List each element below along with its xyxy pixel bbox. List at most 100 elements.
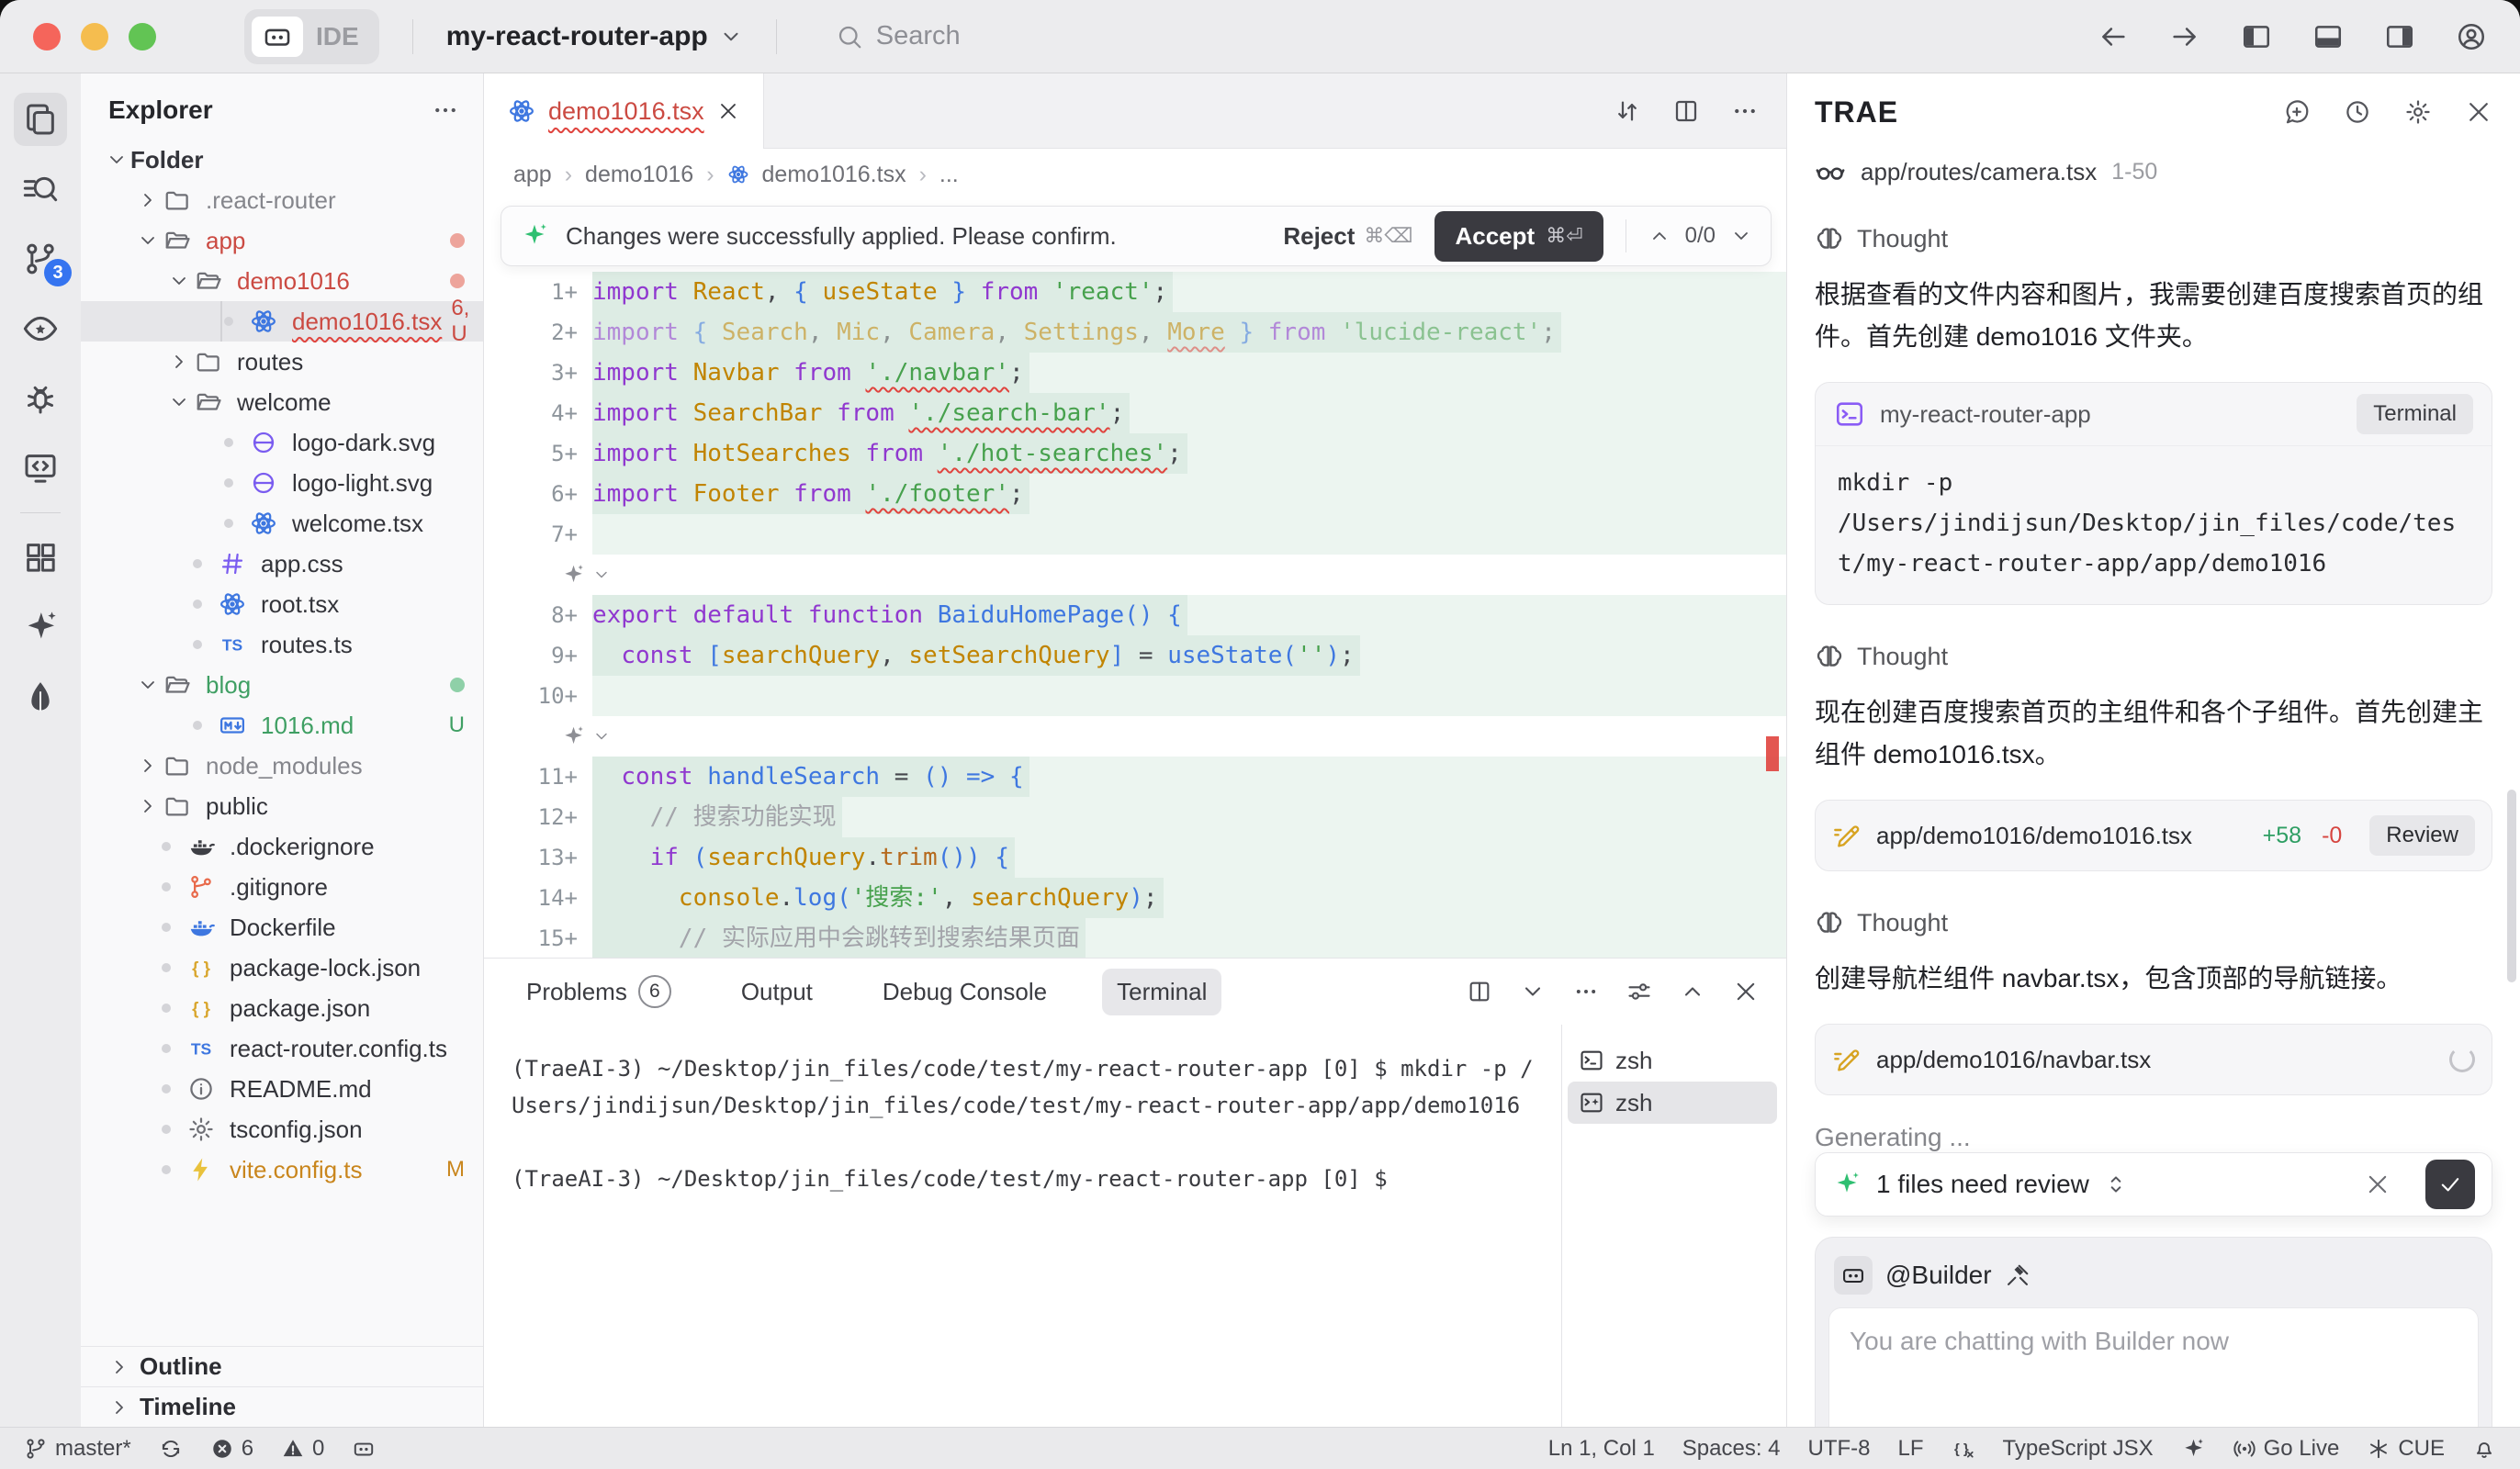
tree-item-routes.ts[interactable]: TSroutes.ts <box>81 624 483 665</box>
terminal-session-zsh[interactable]: zsh <box>1568 1082 1777 1124</box>
close-window-button[interactable] <box>33 23 61 50</box>
breadcrumb-demo1016[interactable]: demo1016 <box>585 162 693 188</box>
activity-item-debug[interactable] <box>13 364 68 433</box>
tree-item-.react-router[interactable]: .react-router <box>81 180 483 220</box>
activity-item-extensions[interactable] <box>13 522 68 592</box>
tree-item-Dockerfile[interactable]: Dockerfile <box>81 907 483 948</box>
reject-button[interactable]: Reject ⌘⌫ <box>1283 222 1412 251</box>
tree-item-demo1016.tsx[interactable]: demo1016.tsx6, U <box>81 301 483 342</box>
chat-history-button[interactable] <box>2344 98 2371 126</box>
activity-item-remote[interactable] <box>13 433 68 503</box>
builder-mention[interactable]: @Builder <box>1885 1261 1992 1290</box>
code-line-15[interactable]: 15+ // 实际应用中会跳转到搜索结果页面 <box>484 918 1786 958</box>
language-errors[interactable]: { } <box>1952 1437 1975 1461</box>
accept-button[interactable]: Accept ⌘⏎ <box>1434 211 1603 262</box>
code-line-13[interactable]: 13+ if (searchQuery.trim()) { <box>484 837 1786 878</box>
split-terminal-button[interactable] <box>1467 979 1492 1004</box>
panel-tab-problems[interactable]: Problems6 <box>512 966 686 1017</box>
tree-item-welcome.tsx[interactable]: welcome.tsx <box>81 503 483 544</box>
panel-settings-button[interactable] <box>1626 979 1652 1004</box>
scrollbar[interactable] <box>2507 790 2516 982</box>
code-line-6[interactable]: 6+import Footer from './footer'; <box>484 474 1786 514</box>
inline-ai-widget[interactable] <box>484 716 1786 757</box>
file-change-card[interactable]: app/demo1016/demo1016.tsx +58 -0 Review <box>1815 800 2492 871</box>
terminal-session-zsh[interactable]: zsh <box>1568 1039 1777 1082</box>
tree-item-logo-light.svg[interactable]: logo-light.svg <box>81 463 483 503</box>
editor-more-button[interactable] <box>1731 97 1759 125</box>
terminal-output[interactable]: (TraeAI-3) ~/Desktop/jin_files/code/test… <box>484 1025 1561 1427</box>
tree-item-demo1016[interactable]: demo1016 <box>81 261 483 301</box>
tree-item-welcome[interactable]: welcome <box>81 382 483 422</box>
panel-tab-debug-console[interactable]: Debug Console <box>868 969 1062 1015</box>
close-tab-icon[interactable] <box>717 100 739 122</box>
code-line-11[interactable]: 11+ const handleSearch = () => { <box>484 757 1786 797</box>
panel-tab-output[interactable]: Output <box>726 969 827 1015</box>
code-line-9[interactable]: 9+ const [searchQuery, setSearchQuery] =… <box>484 635 1786 676</box>
toggle-bottom-panel-button[interactable] <box>2312 21 2344 52</box>
go-live[interactable]: Go Live <box>2233 1436 2340 1462</box>
chat-input[interactable]: You are chatting with Builder now @ # Au… <box>1828 1307 2479 1427</box>
accept-all-button[interactable] <box>2425 1160 2475 1209</box>
tree-item-package-lock.json[interactable]: { }package-lock.json <box>81 948 483 988</box>
tree-item-README.md[interactable]: README.md <box>81 1069 483 1109</box>
tree-item-logo-dark.svg[interactable]: logo-dark.svg <box>81 422 483 463</box>
code-line-12[interactable]: 12+ // 搜索功能实现 <box>484 797 1786 837</box>
open-changes-button[interactable] <box>1614 97 1641 125</box>
git-branch[interactable]: master* <box>24 1436 131 1462</box>
inline-ai-widget[interactable] <box>484 555 1786 595</box>
panel-tab-terminal[interactable]: Terminal <box>1102 969 1221 1015</box>
eol[interactable]: LF <box>1898 1436 1924 1462</box>
tree-item-root.tsx[interactable]: root.tsx <box>81 584 483 624</box>
toggle-right-panel-button[interactable] <box>2384 21 2415 52</box>
problems-errors[interactable]: 6 <box>210 1436 253 1462</box>
close-chat-panel-button[interactable] <box>2465 98 2492 126</box>
indentation[interactable]: Spaces: 4 <box>1682 1436 1781 1462</box>
trae-ai[interactable] <box>2181 1437 2205 1461</box>
breadcrumb-app[interactable]: app <box>513 162 552 188</box>
cursor-position[interactable]: Ln 1, Col 1 <box>1548 1436 1655 1462</box>
tree-item-react-router.config.ts[interactable]: TSreact-router.config.ts <box>81 1028 483 1069</box>
prev-change-icon[interactable] <box>1648 225 1671 247</box>
file-generating-card[interactable]: app/demo1016/navbar.tsx <box>1815 1024 2492 1095</box>
code-line-7[interactable]: 7+ <box>484 514 1786 555</box>
zoom-window-button[interactable] <box>129 23 156 50</box>
tree-item-.gitignore[interactable]: .gitignore <box>81 867 483 907</box>
language-mode[interactable]: TypeScript JSX <box>2003 1436 2154 1462</box>
project-switcher[interactable]: my-react-router-app <box>446 21 743 52</box>
panel-close-button[interactable] <box>1733 979 1759 1004</box>
activity-item-database[interactable] <box>13 662 68 732</box>
notifications[interactable] <box>2472 1437 2496 1461</box>
expand-review-icon[interactable] <box>2104 1172 2128 1196</box>
panel-more-button[interactable] <box>1573 979 1599 1004</box>
tree-item-app[interactable]: app <box>81 220 483 261</box>
tree-item-node_modules[interactable]: node_modules <box>81 746 483 786</box>
tree-item-tsconfig.json[interactable]: tsconfig.json <box>81 1109 483 1149</box>
ide-mode-toggle[interactable]: IDE <box>244 9 379 64</box>
tab-demo1016[interactable]: demo1016.tsx <box>484 73 764 149</box>
git-sync[interactable] <box>159 1437 183 1461</box>
code-line-3[interactable]: 3+import Navbar from './navbar'; <box>484 353 1786 393</box>
tree-item-app.css[interactable]: app.css <box>81 544 483 584</box>
minimize-window-button[interactable] <box>81 23 108 50</box>
code-line-5[interactable]: 5+import HotSearches from './hot-searche… <box>484 433 1786 474</box>
problems-warnings[interactable]: 0 <box>281 1436 324 1462</box>
breadcrumb-file[interactable]: demo1016.tsx <box>762 162 906 188</box>
history-forward-button[interactable] <box>2169 21 2200 52</box>
activity-item-preview[interactable] <box>13 294 68 364</box>
review-button[interactable]: Review <box>2369 815 2475 856</box>
tree-item-1016.md[interactable]: 1016.mdU <box>81 705 483 746</box>
chat-settings-button[interactable] <box>2404 98 2432 126</box>
tree-item-routes[interactable]: routes <box>81 342 483 382</box>
new-chat-button[interactable] <box>2283 98 2311 126</box>
outline-section[interactable]: Outline <box>81 1346 483 1386</box>
split-editor-button[interactable] <box>1672 97 1700 125</box>
toggle-left-panel-button[interactable] <box>2241 21 2272 52</box>
code-line-10[interactable]: 10+ <box>484 676 1786 716</box>
terminal-badge[interactable]: Terminal <box>2357 394 2473 434</box>
code-line-4[interactable]: 4+import SearchBar from './search-bar'; <box>484 393 1786 433</box>
context-reference[interactable]: app/routes/camera.tsx 1-50 <box>1815 156 2492 187</box>
activity-item-source-control[interactable]: 3 <box>13 224 68 294</box>
tree-item-vite.config.ts[interactable]: vite.config.tsM <box>81 1149 483 1190</box>
tree-item-Folder[interactable]: Folder <box>81 140 483 180</box>
code-line-14[interactable]: 14+ console.log('搜索:', searchQuery); <box>484 878 1786 918</box>
